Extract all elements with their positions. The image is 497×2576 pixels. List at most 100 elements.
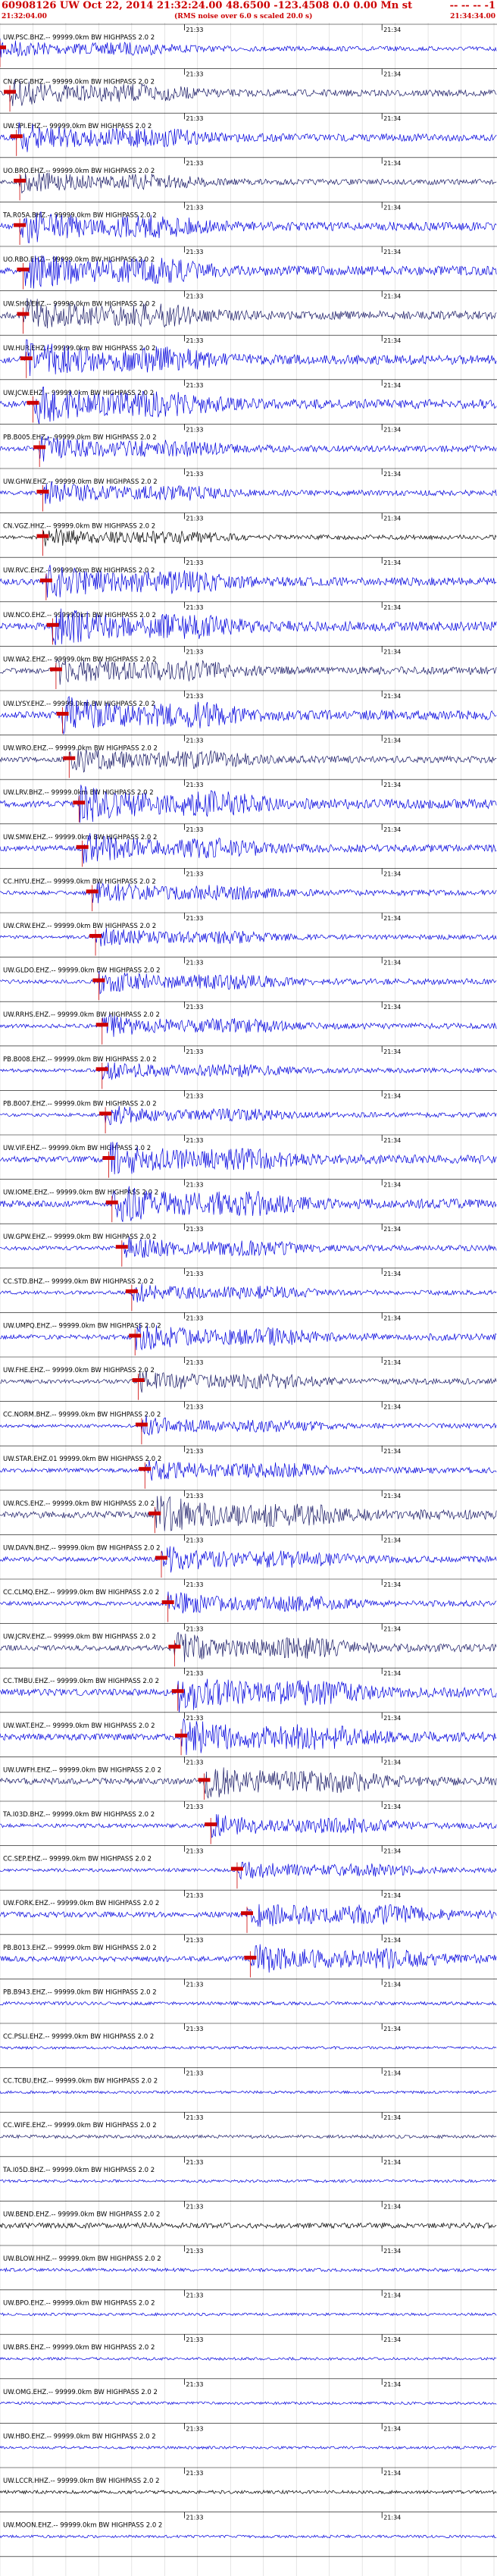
trace-row: 21:33 21:34 CC.STD.BHZ.-- 99999.0km BW HIG… [0, 1268, 497, 1312]
trace-label: UW.RCS.EHZ.-- 99999.0km BW HIGHPASS 2.0 … [3, 1500, 155, 1508]
waveform [0, 2267, 497, 2273]
waveform [0, 172, 497, 194]
trace-label: UW.OMG.EHZ.-- 99999.0km BW HIGHPASS 2.0 … [3, 2389, 158, 2396]
time-tick-label: 21:34 [383, 1004, 401, 1011]
trace-row: 21:33 21:34 PB.B943.EHZ.-- 99999.0km BW HI… [0, 1979, 497, 2006]
time-tick-label: 21:33 [186, 2515, 203, 2521]
trace-label: UW.FORK.EHZ.-- 99999.0km BW HIGHPASS 2.0… [3, 1900, 159, 1907]
time-tick-label: 21:33 [186, 1848, 203, 1855]
time-tick-label: 21:34 [383, 1182, 401, 1189]
time-tick-label: 21:33 [186, 382, 203, 389]
time-tick-label: 21:33 [186, 1670, 203, 1677]
trace-row: 21:33 21:34 UW.VIF.EHZ.-- 99999.0km BW HIG… [0, 1134, 497, 1178]
time-tick-label: 21:34 [383, 960, 401, 967]
time-tick-label: 21:33 [186, 1004, 203, 1011]
time-tick-label: 21:34 [383, 1804, 401, 1810]
trace-label: UW.JCW.EHZ.-- 99999.0km BW HIGHPASS 2.0 … [3, 390, 154, 397]
trace-row: 21:33 21:34 UW.JCW.EHZ.-- 99999.0km BW HIG… [0, 379, 497, 425]
trace-row: 21:33 21:34UW.LYSY.EHZ.-- 99999.0km BW HI… [0, 690, 497, 735]
time-tick-label: 21:33 [186, 2425, 203, 2432]
time-tick-label: 21:34 [383, 826, 401, 833]
trace-row: 21:33 21:34 UW.FORK.EHZ.-- 99999.0km BW HI… [0, 1889, 497, 1933]
trace-row: 21:33 21:34 UW.PSC.BHZ.-- 99999.0km BW HIG… [0, 24, 497, 67]
trace-row: 21:33 21:34 UW.SHO.EHZ.-- 99999.0km BW HIG… [0, 290, 497, 334]
time-tick-label: 21:33 [186, 1271, 203, 1277]
trace-row: 21:33 21:34 UW.RRHS.EHZ.-- 99999.0km BW HI… [0, 1001, 497, 1045]
time-tick-label: 21:34 [383, 2381, 401, 2388]
time-tick-label: 21:33 [186, 870, 203, 877]
trace-label: UW.UWFH.EHZ.-- 99999.0km BW HIGHPASS 2.0… [3, 1766, 161, 1774]
trace-row: 21:33 21:34 CC.NORM.BHZ.-- 99999.0km BW HI… [0, 1401, 497, 1445]
waveform [0, 927, 497, 947]
time-tick-label: 21:33 [186, 648, 203, 655]
time-tick-label: 21:34 [383, 2248, 401, 2255]
trace-label: PB.B007.EHZ.-- 99999.0km BW HIGHPASS 2.0… [3, 1100, 157, 1108]
trace-row: 21:33 21:34 PB.B008.EHZ.-- 99999.0km BW HI… [0, 1045, 497, 1089]
event-title: 60908126 UW Oct 22, 2014 21:32:24.00 48.… [2, 0, 413, 11]
trace-label: UW.SPI.EHZ.-- 99999.0km BW HIGHPASS 2.0 … [3, 123, 152, 130]
time-tick-label: 21:33 [186, 1981, 203, 1988]
time-tick-label: 21:33 [186, 693, 203, 700]
trace-label: CC.PSLI.EHZ.-- 99999.0km BW HIGHPASS 2.0… [3, 2033, 154, 2041]
trace-row: 21:33 21:34 TA.I03D.BHZ.-- 99999.0km BW HI… [0, 1800, 497, 1844]
trace-label: CN.PGC.BHZ.-- 99999.0km BW HIGHPASS 2.0 … [3, 79, 155, 86]
time-tick-label: 21:34 [383, 2203, 401, 2210]
trace-row: 21:33 21:34 UW.JCRV.EHZ.-- 99999.0km BW HI… [0, 1623, 497, 1667]
time-tick-label: 21:33 [186, 1804, 203, 1810]
trace-label: UW.WAT.EHZ.-- 99999.0km BW HIGHPASS 2.0 … [3, 1722, 155, 1730]
trace-row: 21:33 21:34UW.UMPQ.EHZ.-- 99999.0km BW HI… [0, 1312, 497, 1355]
end-time: 21:34:34.00 [450, 13, 495, 20]
time-tick-label: 21:33 [186, 2292, 203, 2299]
time-tick-label: 21:33 [186, 1137, 203, 1144]
time-tick-label: 21:34 [383, 1404, 401, 1411]
trace-label: CC.HIYU.EHZ.-- 99999.0km BW HIGHPASS 2.0… [3, 878, 156, 885]
waveform [0, 2179, 497, 2183]
time-tick-label: 21:34 [383, 115, 401, 122]
trace-row: 21:33 21:34UW.NCO.EHZ.-- 99999.0km BW HIG… [0, 601, 497, 646]
trace-label: UW.BPO.EHZ.-- 99999.0km BW HIGHPASS 2.0 … [3, 2300, 155, 2308]
time-tick-label: 21:34 [383, 604, 401, 611]
trace-row: 21:33 21:34UO.BRO.EHZ.-- 99999.0km BW HIG… [0, 157, 497, 201]
seismogram-plot: 21:33 21:34 UW.PSC.BHZ.-- 99999.0km BW HIG… [0, 23, 497, 2576]
time-tick-label: 21:34 [383, 160, 401, 167]
trace-row: 21:33 21:34UW.RVC.EHZ.-- 99999.0km BW HIG… [0, 556, 497, 600]
time-tick-label: 21:34 [383, 1092, 401, 1099]
waveform [0, 608, 497, 646]
trace-label: UW.WA2.EHZ.-- 99999.0km BW HIGHPASS 2.0 … [3, 656, 156, 663]
time-tick-label: 21:34 [383, 471, 401, 478]
waveform [0, 2489, 497, 2495]
trace-label: PB.B008.EHZ.-- 99999.0km BW HIGHPASS 2.0… [3, 1056, 157, 1064]
time-tick-label: 21:33 [186, 71, 203, 78]
time-tick-label: 21:34 [383, 2026, 401, 2032]
trace-label: UW.RRHS.EHZ.-- 99999.0km BW HIGHPASS 2.0… [3, 1011, 160, 1019]
time-tick-label: 21:33 [186, 426, 203, 433]
pick-marker [0, 45, 6, 49]
trace-row: 21:33 21:34 UW.SPI.EHZ.-- 99999.0km BW HIG… [0, 112, 497, 156]
trace-label: CC.TCBU.EHZ.-- 99999.0km BW HIGHPASS 2.0… [3, 2078, 158, 2086]
waveform [0, 2090, 497, 2095]
time-tick-label: 21:33 [186, 915, 203, 922]
time-tick-label: 21:33 [186, 1537, 203, 1543]
time-tick-label: 21:34 [383, 2159, 401, 2166]
trace-label: UW.GPW.EHZ.-- 99999.0km BW HIGHPASS 2.0 … [3, 1233, 156, 1241]
trace-row: 21:33 21:34 UW.FHE.EHZ.-- 99999.0km BW HIG… [0, 1356, 497, 1400]
trace-row: 21:33 21:34 UW.HBO.EHZ.-- 99999.0km BW HIG… [0, 2423, 497, 2450]
trace-label: CC.TMBU.EHZ.-- 99999.0km BW HIGHPASS 2.0… [3, 1678, 159, 1685]
time-tick-label: 21:34 [383, 1670, 401, 1677]
trace-row: 21:33 21:34UW.HUR.EHZ.-- 99999.0km BW HIG… [0, 334, 497, 378]
trace-label: PB.B005.EHZ.-- 99999.0km BW HIGHPASS 2.0… [3, 434, 157, 441]
time-tick-label: 21:34 [383, 2114, 401, 2121]
trace-row: 21:33 21:34 PB.B007.EHZ.-- 99999.0km BW HI… [0, 1090, 497, 1133]
time-tick-label: 21:34 [383, 293, 401, 300]
trace-row: 21:33 21:34 PB.B013.EHZ.-- 99999.0km BW HI… [0, 1934, 497, 1978]
time-tick-label: 21:33 [186, 826, 203, 833]
waveform [0, 2134, 497, 2139]
time-tick-label: 21:34 [383, 1271, 401, 1277]
trace-row: 21:33 21:34 UW.WA2.EHZ.-- 99999.0km BW HIG… [0, 646, 497, 689]
time-tick-label: 21:34 [383, 1715, 401, 1722]
time-tick-label: 21:34 [383, 249, 401, 255]
trace-row: 21:33 21:34 UW.BPO.EHZ.-- 99999.0km BW HIG… [0, 2289, 497, 2317]
time-tick-label: 21:34 [383, 1137, 401, 1144]
trace-label: UW.LRV.BHZ.-- 99999.0km BW HIGHPASS 2.0 … [3, 789, 154, 797]
time-tick-label: 21:34 [383, 1981, 401, 1988]
